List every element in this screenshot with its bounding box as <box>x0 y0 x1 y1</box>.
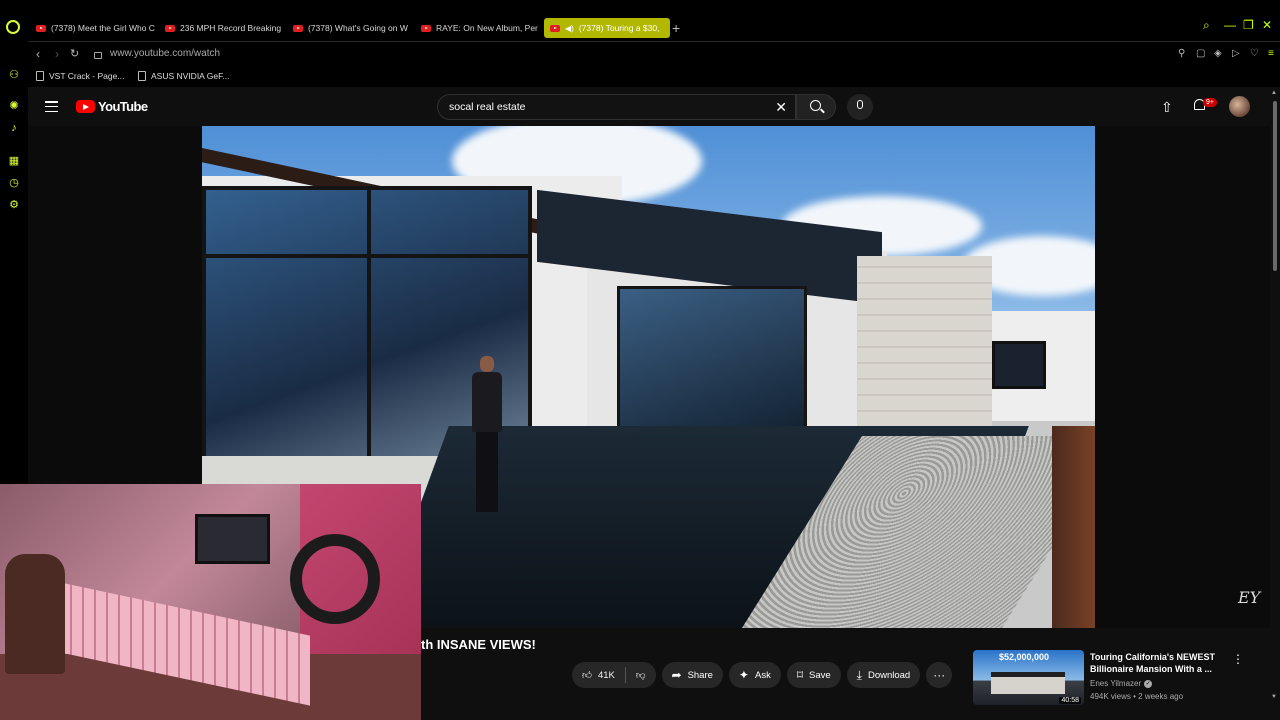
video-title: th INSANE VIEWS! <box>421 637 536 652</box>
shield-icon[interactable]: ◈ <box>1214 48 1224 59</box>
youtube-logo[interactable]: YouTube <box>76 99 148 114</box>
browser-logo-icon[interactable] <box>6 20 20 34</box>
speaker-icon[interactable]: ◀) <box>565 24 574 33</box>
video-duration: 40:58 <box>1059 697 1081 704</box>
youtube-header: YouTube socal real estate ✕ ⇧ 9+ <box>28 87 1270 126</box>
search-input[interactable]: socal real estate ✕ <box>437 94 796 120</box>
like-button[interactable]: 👍︎ 41K <box>572 662 625 688</box>
tab-label: (7378) Meet the Girl Who C <box>51 23 155 33</box>
voice-search-button[interactable] <box>847 94 873 120</box>
youtube-favicon-icon <box>293 24 303 32</box>
webcam-overlay <box>0 484 421 720</box>
search-query-text[interactable]: socal real estate <box>449 101 525 113</box>
browser-tab-bar: (7378) Meet the Girl Who C 236 MPH Recor… <box>0 0 1280 41</box>
assistant-icon[interactable]: ⚇ <box>8 69 20 81</box>
scroll-up-icon[interactable]: ▲ <box>1271 90 1277 96</box>
tab-4[interactable]: RAYE: On New Album, Per <box>415 18 539 38</box>
tab-3[interactable]: (7378) What's Going on W <box>287 18 411 38</box>
menu-lines-icon[interactable]: ≡ <box>1268 48 1278 59</box>
settings-gear-icon[interactable]: ⚙ <box>8 199 20 211</box>
bookmark-icon: ⌑ <box>796 668 803 682</box>
document-icon <box>36 71 44 81</box>
heart-icon[interactable]: ♡ <box>1250 48 1260 59</box>
microphone-icon <box>857 100 863 109</box>
pin-icon[interactable]: ⚲ <box>1178 48 1188 59</box>
address-bar[interactable]: www.youtube.com/watch <box>94 48 220 59</box>
search-button[interactable] <box>796 94 836 120</box>
tab-2[interactable]: 236 MPH Record Breaking <box>159 18 283 38</box>
like-dislike-group: 👍︎ 41K 👎︎ <box>572 662 656 688</box>
thumbnail-price: $52,000,000 <box>999 652 1050 662</box>
recommended-title[interactable]: Touring California's NEWEST Billionaire … <box>1090 651 1220 675</box>
browser-toolbar: ‹ › ↻ www.youtube.com/watch ⚲ ▢ ◈ ▷ ♡ ≡ <box>28 41 1280 67</box>
bookmark-label: ASUS NVIDIA GeF... <box>151 71 230 81</box>
download-icon: ⤓ <box>856 667 862 682</box>
page-scrollbar[interactable]: ▲ ▼ <box>1270 87 1280 720</box>
verified-check-icon: ✓ <box>1144 679 1153 688</box>
upload-icon[interactable]: ⇧ <box>1161 99 1173 116</box>
tiktok-icon[interactable]: ♪ <box>8 122 20 134</box>
close-window-icon[interactable]: ✕ <box>1262 18 1272 32</box>
download-button[interactable]: ⤓ Download <box>846 662 921 688</box>
channel-watermark[interactable]: EY <box>1238 588 1260 607</box>
presenter <box>467 356 507 516</box>
video-actions: 👍︎ 41K 👎︎ ➦ Share ✦ Ask ⌑ Save ⤓ Downloa… <box>572 662 953 688</box>
tab-active[interactable]: ◀) (7378) Touring a $30, <box>544 18 670 38</box>
youtube-favicon-icon <box>550 24 560 32</box>
avatar[interactable] <box>1229 96 1250 117</box>
dislike-button[interactable]: 👎︎ <box>626 662 656 688</box>
tab-label: RAYE: On New Album, Per <box>436 23 538 33</box>
bookmark-label: VST Crack - Page... <box>49 71 125 81</box>
restore-icon[interactable]: ❐ <box>1243 18 1254 32</box>
lock-icon <box>94 51 102 59</box>
forward-icon[interactable]: › <box>55 47 59 61</box>
back-icon[interactable]: ‹ <box>36 47 40 61</box>
tab-label: (7378) What's Going on W <box>308 23 408 33</box>
recommended-channel[interactable]: Enes Yilmazer ✓ <box>1090 679 1153 688</box>
apps-grid-icon[interactable]: ▦ <box>8 155 20 167</box>
recommended-thumbnail[interactable]: $52,000,000 40:58 <box>973 650 1084 705</box>
more-options-icon[interactable]: ⋮ <box>1232 652 1244 666</box>
share-arrow-icon: ➦ <box>671 668 682 682</box>
tab-1[interactable]: (7378) Meet the Girl Who C <box>30 18 156 38</box>
youtube-wordmark: YouTube <box>98 99 148 114</box>
thumbs-down-icon: 👎︎ <box>635 670 646 681</box>
tab-label: 236 MPH Record Breaking <box>180 23 282 33</box>
save-button[interactable]: ⌑ Save <box>786 662 841 688</box>
bookmark-item[interactable]: VST Crack - Page... <box>36 71 124 81</box>
browser-search-icon[interactable]: ⌕ <box>1203 18 1210 33</box>
ask-button[interactable]: ✦ Ask <box>728 662 781 688</box>
youtube-favicon-icon <box>36 24 46 32</box>
bookmarks-bar: VST Crack - Page... ASUS NVIDIA GeF... <box>28 67 1280 87</box>
tab-label: (7378) Touring a $30, <box>578 23 660 33</box>
guide-menu-button[interactable] <box>45 101 58 112</box>
player-icon[interactable]: ▷ <box>1232 48 1242 59</box>
screenshot-icon[interactable]: ▢ <box>1196 48 1206 59</box>
youtube-favicon-icon <box>165 24 175 32</box>
history-icon[interactable]: ◷ <box>8 177 20 189</box>
share-button[interactable]: ➦ Share <box>661 662 723 688</box>
bookmark-item[interactable]: ASUS NVIDIA GeF... <box>138 71 229 81</box>
search-icon <box>810 100 821 111</box>
document-icon <box>138 71 146 81</box>
recommended-meta: 494K views • 2 weeks ago <box>1090 692 1184 701</box>
thumbs-up-icon: 👍︎ <box>582 670 592 681</box>
minimize-icon[interactable]: — <box>1224 18 1236 32</box>
chatgpt-icon[interactable]: ✺ <box>8 100 20 112</box>
notification-badge: 9+ <box>1203 98 1217 107</box>
reload-icon[interactable]: ↻ <box>70 47 79 60</box>
scroll-down-icon[interactable]: ▼ <box>1271 694 1277 700</box>
more-actions-button[interactable]: ··· <box>926 662 953 688</box>
url-text[interactable]: www.youtube.com/watch <box>110 48 220 59</box>
scroll-thumb[interactable] <box>1273 101 1277 271</box>
clear-search-icon[interactable]: ✕ <box>775 99 787 116</box>
recommended-video[interactable]: $52,000,000 40:58 Touring California's N… <box>973 650 1263 710</box>
sparkle-icon: ✦ <box>738 668 749 682</box>
youtube-play-icon <box>76 100 95 113</box>
youtube-favicon-icon <box>421 24 431 32</box>
like-count: 41K <box>597 669 615 681</box>
new-tab-button[interactable]: + <box>672 20 680 36</box>
